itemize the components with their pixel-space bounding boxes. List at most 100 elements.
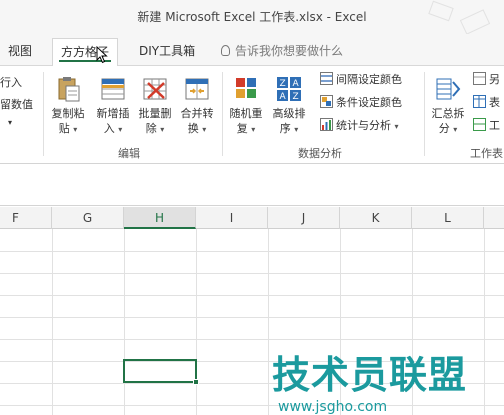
random-repeat-button[interactable]: 随机重 复 ▾	[226, 74, 266, 137]
advanced-sort-label-2: 序	[279, 122, 291, 135]
interval-color-label: 间隔设定颜色	[336, 73, 402, 86]
edit-group-label: 编辑	[118, 147, 140, 160]
table-icon	[473, 95, 486, 108]
sort-az-icon: Z A A Z	[277, 77, 301, 102]
advanced-sort-label-1: 高级排	[272, 107, 306, 120]
chevron-down-icon: ▾	[453, 125, 458, 134]
partial-tool-button-2[interactable]: 表	[473, 95, 500, 111]
copy-paste-label-2: 贴	[58, 122, 70, 135]
svg-text:Z: Z	[293, 92, 299, 102]
summarize-split-label-2: 分	[438, 122, 450, 135]
chevron-down-icon: ▾	[294, 125, 299, 134]
column-header-j[interactable]: J	[268, 207, 340, 229]
grid-line	[0, 295, 504, 296]
worksheet-icon	[473, 118, 486, 131]
title-bar: 新建 Microsoft Excel 工作表.xlsx - Excel	[0, 0, 504, 35]
group-separator	[222, 72, 223, 156]
grid-line	[52, 229, 53, 415]
column-header-l[interactable]: L	[412, 207, 484, 229]
copy-paste-label-1: 复制粘	[51, 107, 85, 120]
delete-grid-icon	[143, 78, 167, 100]
chevron-down-icon: ▾	[251, 125, 256, 134]
clipboard-icon	[58, 77, 80, 102]
interval-color-icon	[320, 72, 333, 85]
group-separator	[43, 72, 44, 156]
grid-line	[124, 229, 125, 415]
grid-line	[268, 229, 269, 415]
random-repeat-label-2: 复	[236, 122, 248, 135]
sum-group-label: 工作表	[470, 147, 503, 160]
chevron-down-icon: ▾	[73, 125, 78, 134]
tab-fangfangezi[interactable]: 方方格子	[52, 38, 119, 67]
partial-dropdown-caret[interactable]: ▾	[8, 118, 12, 127]
summarize-split-button[interactable]: 汇总拆 分 ▾	[428, 74, 468, 137]
chevron-down-icon: ▾	[118, 125, 123, 134]
chevron-down-icon: ▾	[160, 125, 165, 134]
merge-convert-label-2: 换	[187, 122, 199, 135]
merge-convert-button[interactable]: 合并转 换 ▾	[176, 74, 218, 137]
partial-tool-label-2: 表	[489, 96, 500, 109]
summary-table-icon	[436, 78, 461, 100]
condition-color-label: 条件设定颜色	[336, 96, 402, 109]
watermark-title: 技术员联盟	[272, 353, 468, 397]
random-repeat-label-1: 随机重	[229, 107, 263, 120]
column-header-k[interactable]: K	[340, 207, 412, 229]
active-cell[interactable]	[123, 359, 199, 385]
group-separator	[424, 72, 425, 156]
partial-insert-label[interactable]: 行入	[0, 74, 22, 90]
ribbon-tab-bar: 视图 方方格子 DIY工具箱 告诉我你想要做什么	[0, 34, 504, 67]
partial-tool-label-3: 工	[489, 119, 500, 132]
insert-new-label-1: 新增插	[96, 107, 130, 120]
svg-text:A: A	[293, 79, 300, 89]
batch-delete-label-2: 除	[145, 122, 157, 135]
fill-handle[interactable]	[193, 379, 199, 385]
insert-new-label-2: 入	[103, 122, 115, 135]
stats-chart-icon	[320, 118, 333, 131]
tell-me-label: 告诉我你想要做什么	[235, 44, 344, 58]
mouse-cursor-icon	[96, 46, 108, 64]
column-header-h[interactable]: H	[124, 207, 196, 229]
condition-color-icon	[320, 95, 333, 108]
condition-color-button[interactable]: 条件设定颜色	[320, 95, 402, 111]
random-blocks-icon	[236, 78, 256, 98]
merge-convert-label-1: 合并转	[180, 107, 214, 120]
partial-tool-button-1[interactable]: 另	[473, 72, 500, 88]
column-header-g[interactable]: G	[52, 207, 124, 229]
lightbulb-icon	[221, 45, 230, 56]
stats-analysis-label: 统计与分析	[336, 119, 391, 132]
formula-bar-area[interactable]	[0, 164, 504, 206]
column-header-partial[interactable]	[484, 207, 504, 229]
watermark-logo: 技术员联盟 www.jsgho.com	[272, 344, 502, 415]
partial-keep-value-label[interactable]: 留数值	[0, 96, 33, 112]
ribbon-panel: 行入 留数值 ▾ 复制粘 贴 ▾ 新增插 入 ▾ 批量删 除 ▾ 合并转 换 ▾…	[0, 66, 504, 164]
tab-view[interactable]: 视图	[8, 42, 32, 59]
chevron-down-icon: ▾	[394, 122, 399, 131]
grid-line	[196, 229, 197, 415]
chevron-down-icon: ▾	[202, 125, 207, 134]
partial-tool-button-3[interactable]: 工	[473, 118, 500, 134]
merge-cells-icon	[185, 78, 209, 100]
batch-delete-label-1: 批量删	[138, 107, 172, 120]
partial-tool-label-1: 另	[489, 73, 500, 86]
analysis-group-label: 数据分析	[298, 147, 342, 160]
column-header-i[interactable]: I	[196, 207, 268, 229]
tell-me-search[interactable]: 告诉我你想要做什么	[221, 42, 343, 59]
svg-text:Z: Z	[280, 79, 286, 89]
insert-new-button[interactable]: 新增插 入 ▾	[92, 74, 134, 137]
tab-diy-toolbox[interactable]: DIY工具箱	[139, 42, 195, 59]
copy-paste-button[interactable]: 复制粘 贴 ▾	[47, 74, 89, 137]
advanced-sort-button[interactable]: Z A A Z 高级排 序 ▾	[268, 74, 310, 137]
sheet-icon	[473, 72, 486, 85]
insert-rows-icon	[101, 78, 125, 100]
summarize-split-label-1: 汇总拆	[431, 107, 465, 120]
batch-delete-button[interactable]: 批量删 除 ▾	[134, 74, 176, 137]
excel-window: 新建 Microsoft Excel 工作表.xlsx - Excel 视图 方…	[0, 0, 504, 415]
column-header-row: F G H I J K L	[0, 207, 504, 229]
svg-text:A: A	[280, 92, 287, 102]
stats-analysis-button[interactable]: 统计与分析 ▾	[320, 118, 399, 135]
column-header-f[interactable]: F	[0, 207, 52, 229]
grid-line	[0, 251, 504, 252]
grid-line	[0, 273, 504, 274]
watermark-url: www.jsgho.com	[278, 399, 388, 415]
interval-color-button[interactable]: 间隔设定颜色	[320, 72, 402, 88]
